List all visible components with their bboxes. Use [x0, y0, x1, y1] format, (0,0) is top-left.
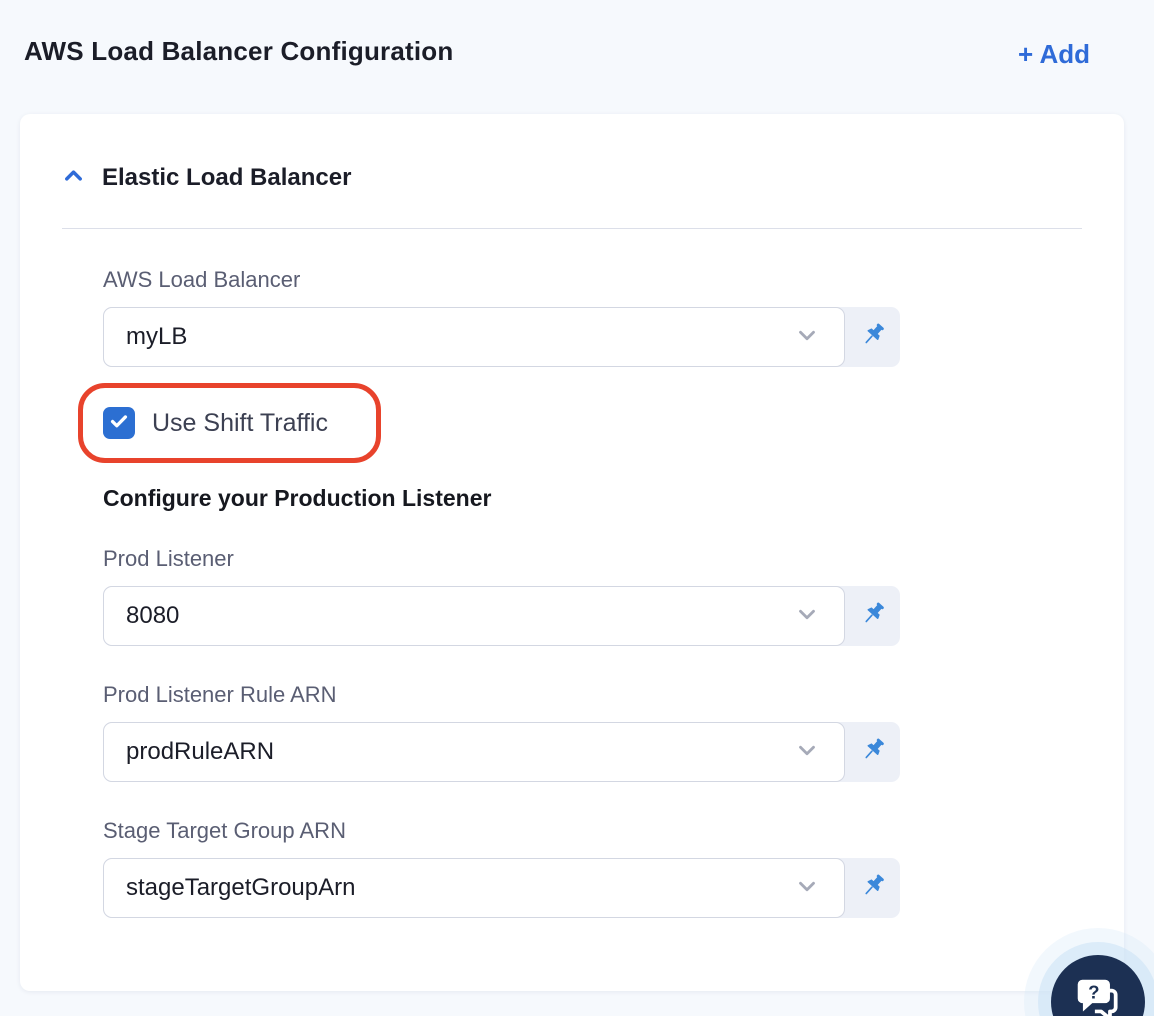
section-header-elastic-load-balancer[interactable]: Elastic Load Balancer [62, 164, 1082, 192]
chat-question-icon: ? [1072, 976, 1124, 1016]
stage-target-group-arn-select[interactable]: stageTargetGroupArn [103, 858, 845, 918]
annotation-highlight: Use Shift Traffic [78, 383, 381, 463]
page-title: AWS Load Balancer Configuration [24, 36, 454, 66]
pin-button[interactable] [845, 307, 900, 367]
use-shift-traffic-option[interactable]: Use Shift Traffic [103, 407, 328, 439]
pushpin-icon [859, 872, 887, 905]
section-content: AWS Load Balancer myLB Use Shift Traffic… [78, 229, 900, 918]
prod-listener-value: 8080 [126, 602, 180, 629]
question-mark-glyph: ? [1088, 981, 1099, 1002]
checkmark-icon [108, 410, 130, 437]
use-shift-traffic-label: Use Shift Traffic [152, 408, 328, 437]
prod-listener-rule-arn-label: Prod Listener Rule ARN [103, 682, 337, 707]
pushpin-icon [859, 736, 887, 769]
chevron-up-icon[interactable] [62, 164, 85, 192]
pin-button[interactable] [845, 586, 900, 646]
prod-listener-select[interactable]: 8080 [103, 586, 845, 646]
prod-listener-label: Prod Listener [103, 546, 234, 571]
aws-load-balancer-select[interactable]: myLB [103, 307, 845, 367]
add-button[interactable]: + Add [1018, 41, 1090, 67]
prod-listener-field: 8080 [103, 586, 900, 646]
stage-target-group-arn-field: stageTargetGroupArn [103, 858, 900, 918]
use-shift-traffic-checkbox[interactable] [103, 407, 135, 439]
chevron-down-icon [794, 873, 820, 904]
prod-listener-rule-arn-value: prodRuleARN [126, 738, 275, 765]
chevron-down-icon [794, 737, 820, 768]
page: AWS Load Balancer Configuration + Add El… [0, 0, 1154, 1016]
stage-target-group-arn-label: Stage Target Group ARN [103, 818, 346, 843]
subsection-title: Configure your Production Listener [103, 485, 492, 511]
load-balancer-card: Elastic Load Balancer AWS Load Balancer … [20, 114, 1124, 991]
stage-target-group-arn-value: stageTargetGroupArn [126, 874, 356, 901]
aws-load-balancer-label: AWS Load Balancer [103, 267, 301, 292]
prod-listener-rule-arn-select[interactable]: prodRuleARN [103, 722, 845, 782]
chevron-down-icon [794, 322, 820, 353]
chevron-down-icon [794, 601, 820, 632]
pin-button[interactable] [845, 722, 900, 782]
pushpin-icon [859, 321, 887, 354]
prod-listener-rule-arn-field: prodRuleARN [103, 722, 900, 782]
section-title: Elastic Load Balancer [102, 164, 352, 191]
aws-load-balancer-value: myLB [126, 323, 188, 350]
page-header: AWS Load Balancer Configuration + Add [0, 0, 1154, 67]
pin-button[interactable] [845, 858, 900, 918]
aws-load-balancer-field: myLB [103, 307, 900, 367]
pushpin-icon [859, 600, 887, 633]
